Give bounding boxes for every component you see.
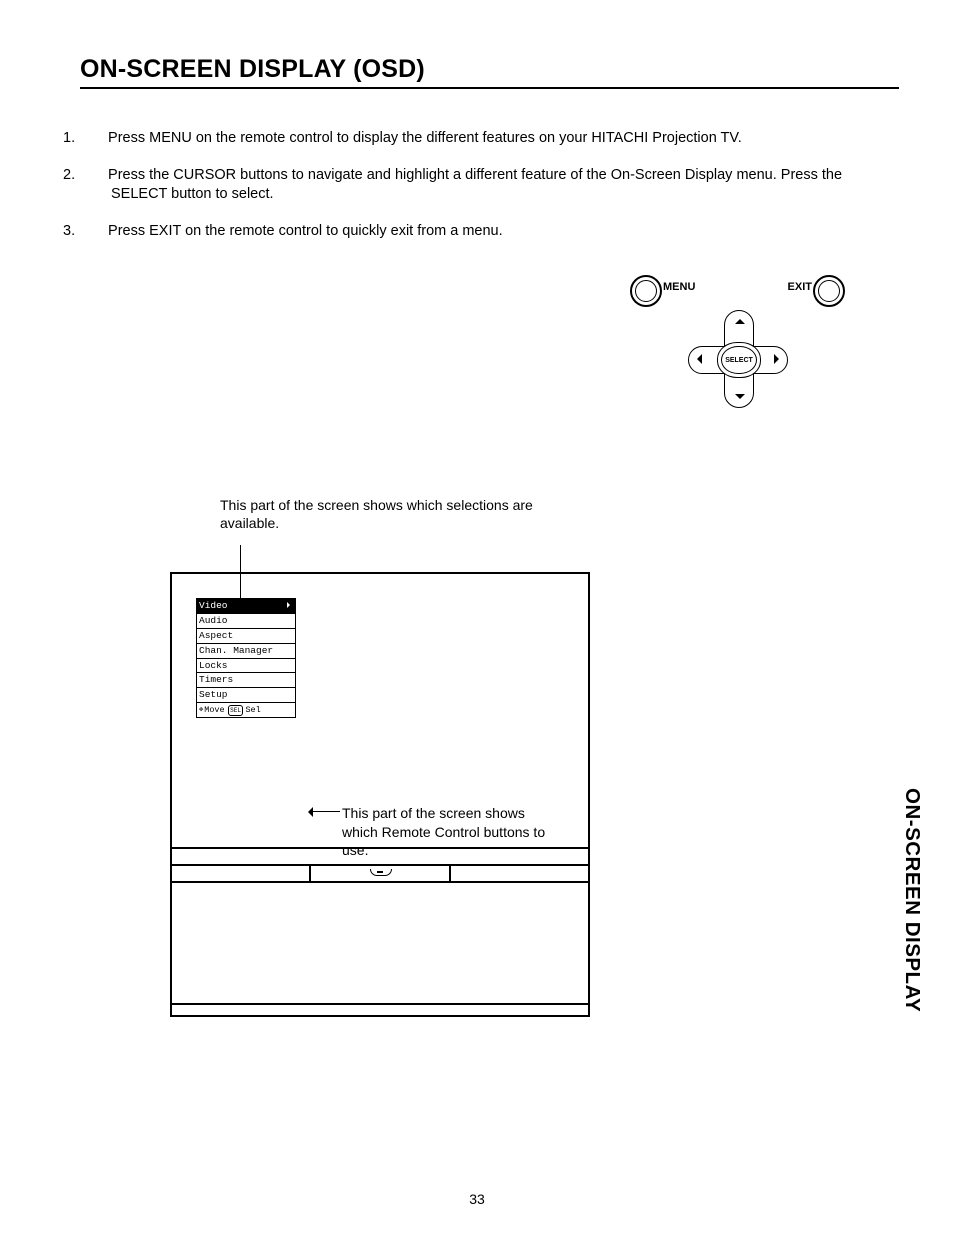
- remote-diagram: MENU EXIT SELECT: [630, 275, 845, 415]
- osd-menu-item-video: Video: [196, 598, 296, 614]
- annotation-buttons: This part of the screen shows which Remo…: [342, 804, 552, 859]
- annotation-arrow-left-icon: [310, 811, 340, 812]
- osd-menu-list: Video Audio Aspect Chan. Manager Locks T…: [196, 598, 296, 718]
- osd-menu-item-audio: Audio: [196, 613, 296, 629]
- section-tab: ON-SCREEN DISPLAY: [900, 788, 924, 1012]
- page-heading: ON-SCREEN DISPLAY (OSD): [80, 55, 899, 89]
- osd-menu-item-aspect: Aspect: [196, 628, 296, 644]
- instruction-item: 1. Press MENU on the remote control to d…: [85, 129, 899, 149]
- annotation-selections: This part of the screen shows which sele…: [220, 496, 590, 532]
- osd-hint-bar: ✥Move SELSel: [196, 702, 296, 718]
- select-button-icon: SELECT: [717, 342, 761, 378]
- instruction-list: 1. Press MENU on the remote control to d…: [85, 129, 899, 241]
- arrow-down-icon: [735, 394, 745, 399]
- osd-menu-item-chan-manager: Chan. Manager: [196, 643, 296, 659]
- instruction-item: 3. Press EXIT on the remote control to q…: [85, 222, 899, 242]
- instruction-item: 2. Press the CURSOR buttons to navigate …: [85, 166, 899, 205]
- menu-button-icon: [630, 275, 662, 307]
- tv-diagram: This part of the screen shows which sele…: [170, 496, 590, 1017]
- arrow-left-icon: [697, 354, 702, 364]
- dpad-icon: SELECT: [688, 310, 788, 408]
- osd-menu-item-locks: Locks: [196, 658, 296, 674]
- exit-button-label: EXIT: [788, 281, 812, 293]
- osd-menu-item-timers: Timers: [196, 672, 296, 688]
- arrow-up-icon: [735, 319, 745, 324]
- exit-button-icon: [813, 275, 845, 307]
- osd-menu-item-setup: Setup: [196, 687, 296, 703]
- menu-button-label: MENU: [663, 281, 695, 293]
- arrow-right-icon: [774, 354, 779, 364]
- page-number: 33: [0, 1191, 954, 1207]
